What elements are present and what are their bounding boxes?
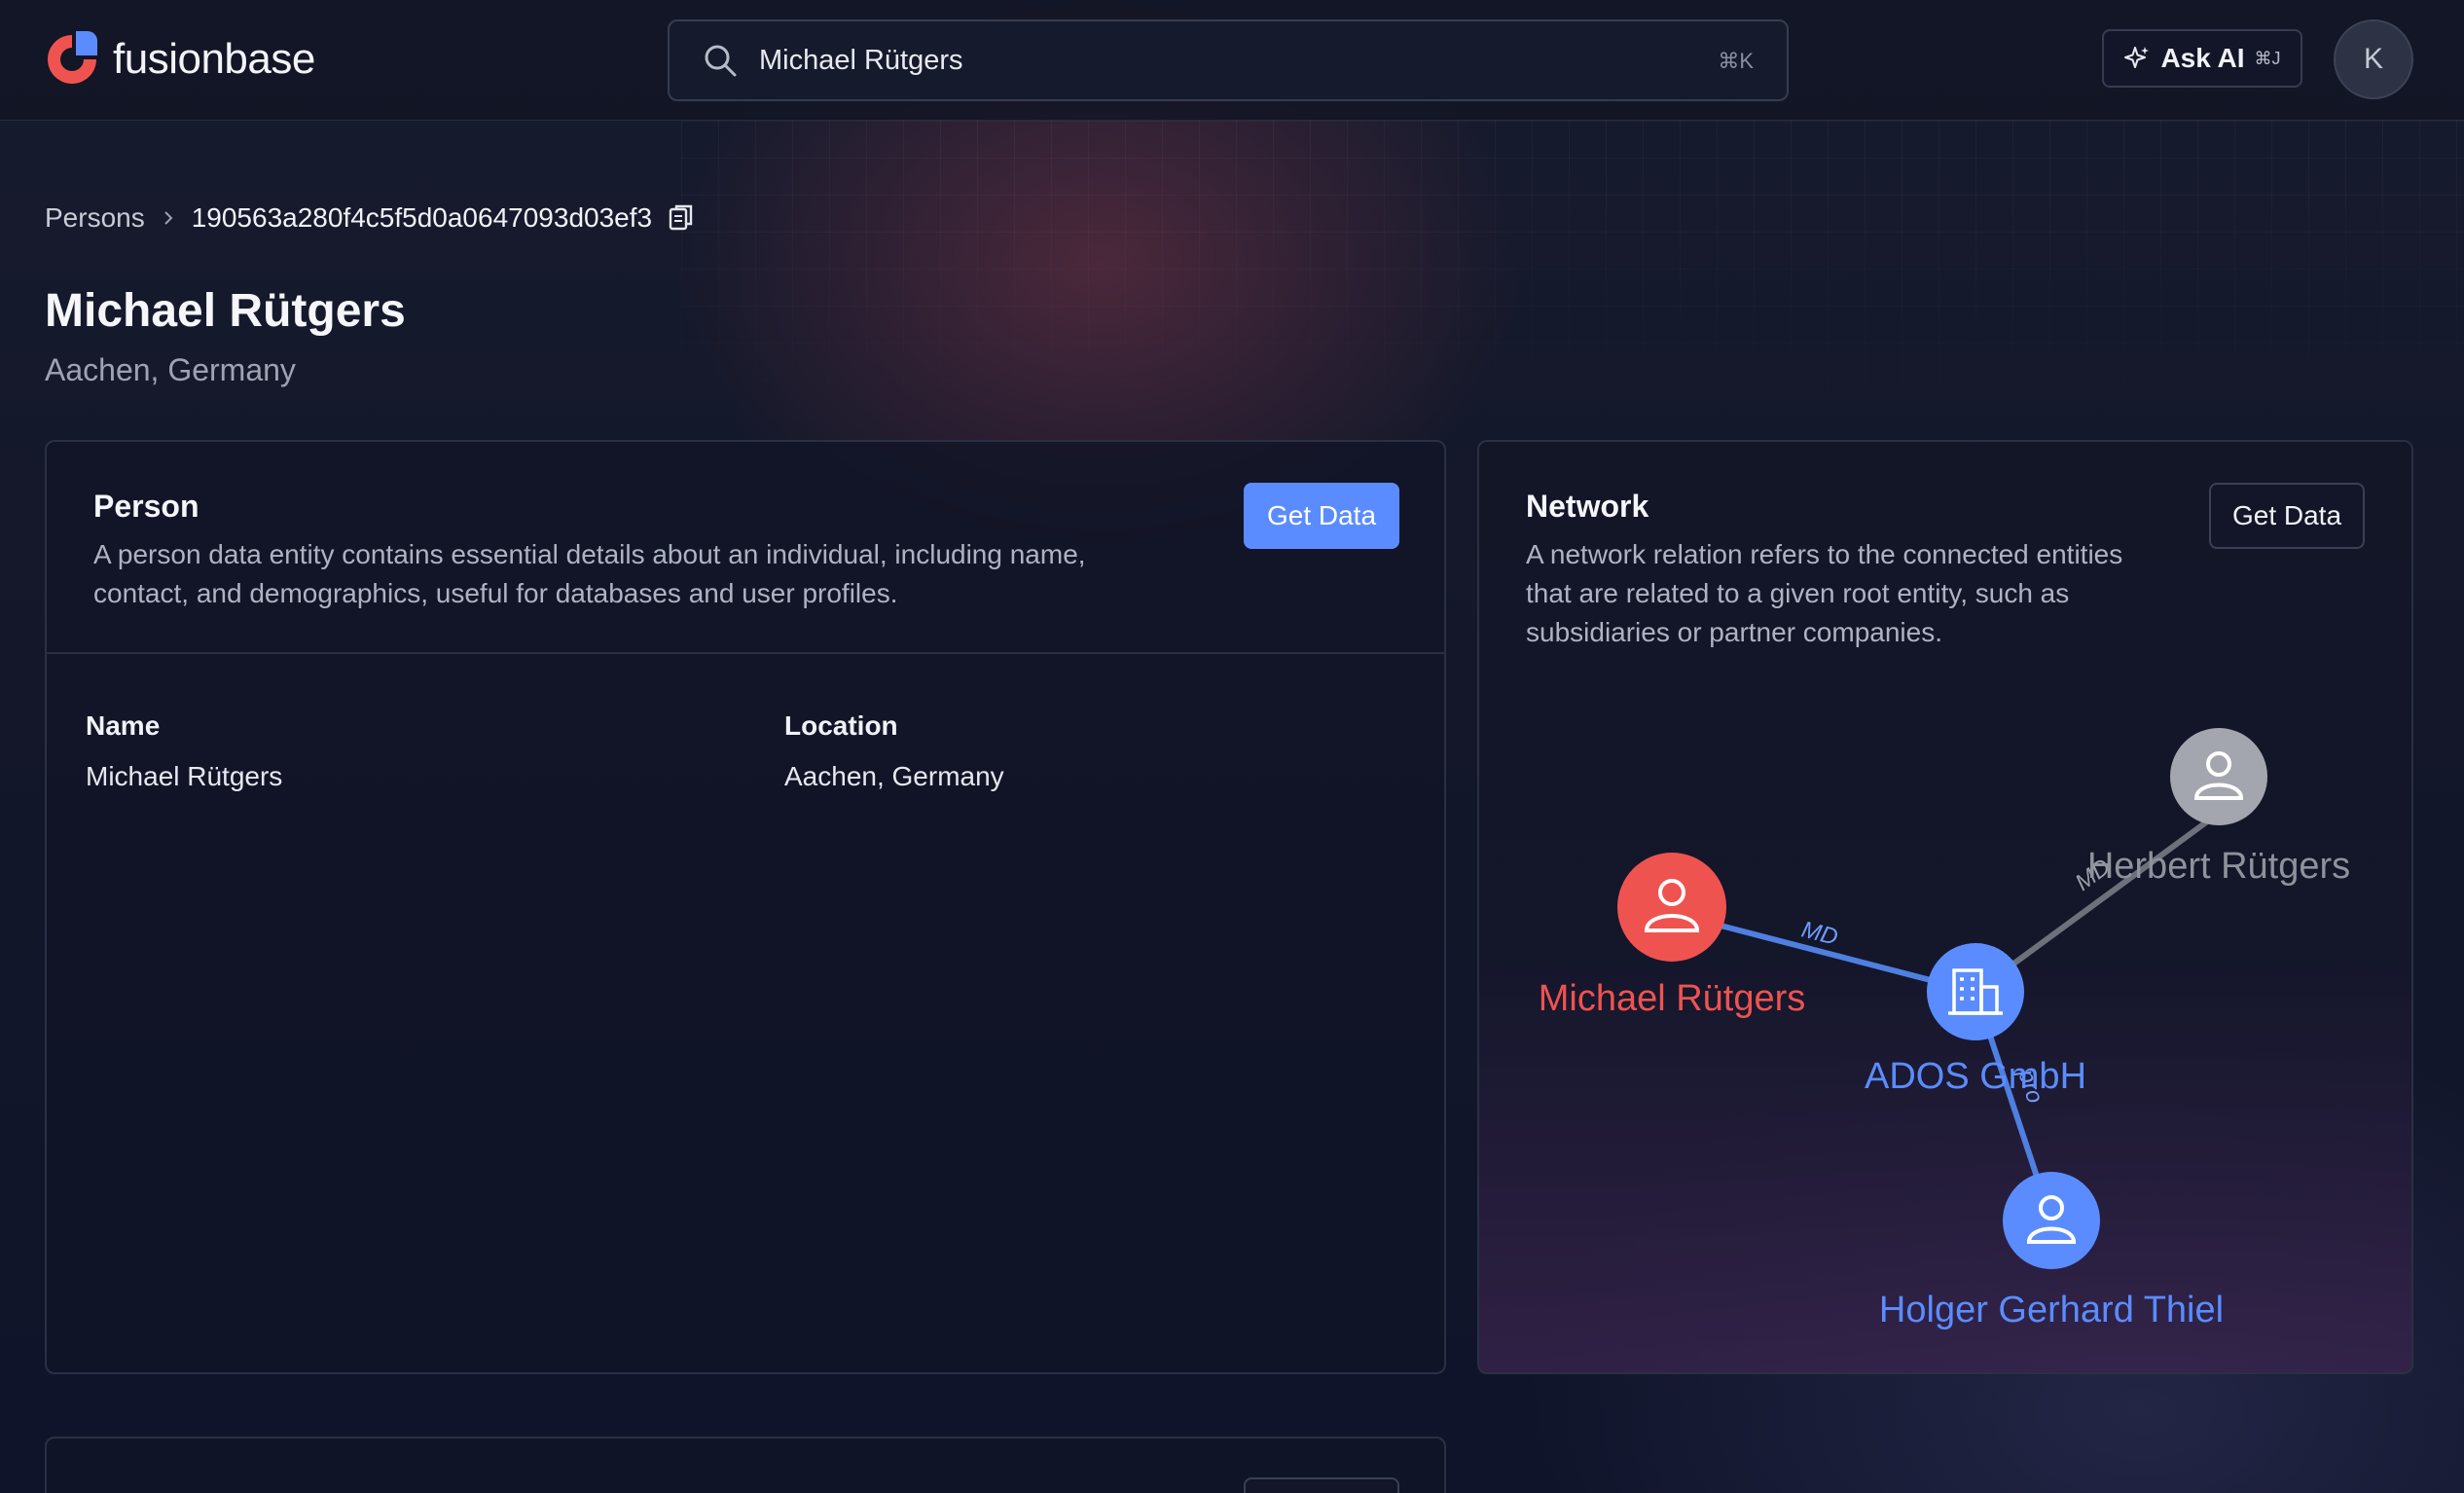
- field-label-location: Location: [784, 710, 898, 741]
- brand-logo[interactable]: fusionbase: [45, 29, 315, 90]
- fusionbase-logo-icon: [48, 31, 97, 84]
- sparkle-icon: [2124, 47, 2150, 68]
- user-initial: K: [2363, 43, 2383, 75]
- search-shortcut: ⌘K: [1718, 49, 1754, 73]
- person-card-description-line: A person data entity contains essential …: [93, 539, 1086, 569]
- top-header: fusionbase Michael Rütgers ⌘K Ask AI ⌘J …: [0, 0, 2464, 121]
- ask-ai-shortcut: ⌘J: [2254, 48, 2281, 68]
- brand-name: fusionbase: [113, 35, 315, 83]
- publications-get-data-button[interactable]: [1244, 1477, 1399, 1493]
- graph-node-holger[interactable]: Holger Gerhard Thiel: [1879, 1172, 2224, 1330]
- network-card: Network A network relation refers to the…: [1477, 440, 2413, 1374]
- graph-node-label: Michael Rütgers: [1539, 978, 1806, 1019]
- ask-ai-label: Ask AI: [2160, 43, 2245, 73]
- graph-node-label: ADOS GmbH: [1865, 1056, 2086, 1097]
- field-label-name: Name: [86, 710, 161, 741]
- person-card-description-line: contact, and demographics, useful for da…: [93, 578, 898, 608]
- field-value-name: Michael Rütgers: [86, 761, 283, 791]
- network-graph[interactable]: MD MD pro Michael Rütgers ADOS GmbH Herb…: [1479, 442, 2413, 1374]
- background-grid: [681, 121, 2464, 442]
- publications-card: [45, 1437, 1446, 1493]
- person-get-data-button[interactable]: Get Data: [1244, 483, 1399, 549]
- graph-node-herbert[interactable]: Herbert Rütgers: [2087, 728, 2350, 887]
- search-icon: [705, 45, 737, 77]
- page-title: Michael Rütgers: [45, 285, 406, 337]
- person-card-description: A person data entity contains essential …: [93, 535, 1086, 613]
- graph-node-ados[interactable]: ADOS GmbH: [1865, 943, 2086, 1097]
- search-value: Michael Rütgers: [759, 44, 963, 76]
- user-avatar[interactable]: K: [2334, 19, 2413, 99]
- copy-icon[interactable]: [668, 203, 695, 233]
- field-value-location: Aachen, Germany: [784, 761, 1004, 791]
- person-card-title: Person: [93, 489, 199, 524]
- page: fusionbase Michael Rütgers ⌘K Ask AI ⌘J …: [0, 0, 2464, 1493]
- page-subtitle: Aachen, Germany: [45, 352, 296, 387]
- chevron-right-icon: [164, 211, 173, 225]
- ask-ai-button[interactable]: Ask AI ⌘J: [2102, 29, 2302, 88]
- breadcrumb: Persons 190563a280f4c5f5d0a0647093d03ef3: [45, 202, 695, 234]
- global-search-input[interactable]: Michael Rütgers ⌘K: [668, 19, 1789, 101]
- person-card: Person A person data entity contains ess…: [45, 440, 1446, 1374]
- graph-node-label: Holger Gerhard Thiel: [1879, 1290, 2224, 1330]
- breadcrumb-entity-id: 190563a280f4c5f5d0a0647093d03ef3: [191, 202, 653, 233]
- graph-node-label: Herbert Rütgers: [2087, 846, 2350, 887]
- breadcrumb-persons-link[interactable]: Persons: [45, 202, 145, 234]
- person-card-divider: [47, 652, 1444, 654]
